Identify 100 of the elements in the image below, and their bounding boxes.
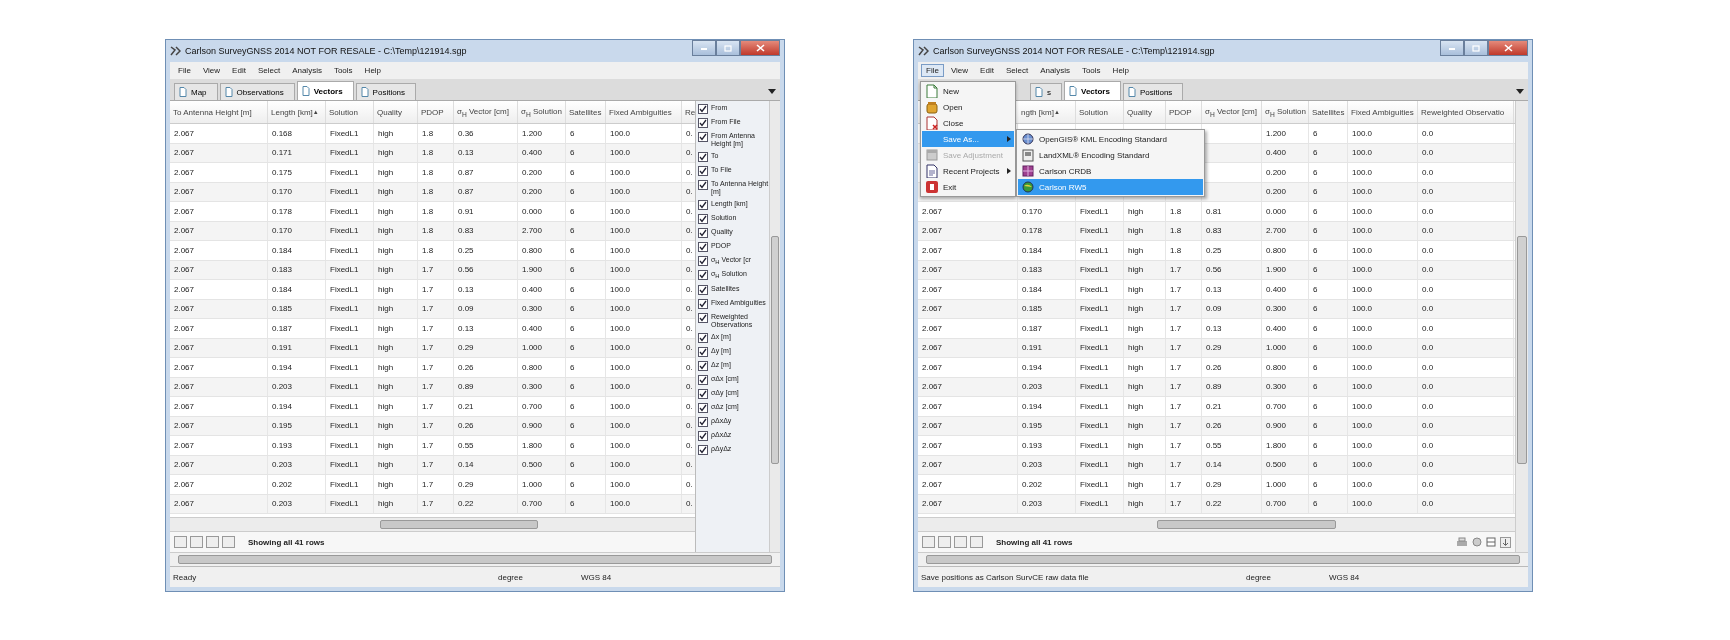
tab[interactable]: s [1030,83,1062,100]
checkbox[interactable] [698,374,708,385]
checkbox[interactable] [698,360,708,371]
table-cell: 2.067 [170,377,268,396]
exit-icon [925,180,939,194]
disc-icon[interactable] [1472,537,1482,547]
menu-item[interactable]: Help [359,64,387,77]
menu-item[interactable]: New [922,83,1014,99]
tab[interactable]: Observations [219,83,295,100]
checkbox[interactable] [698,132,708,142]
checkbox[interactable] [698,346,708,357]
column-header[interactable]: Satellites [1309,101,1348,123]
close-button[interactable] [740,40,780,56]
menu-item[interactable]: View [197,64,226,77]
checkbox[interactable] [698,200,708,210]
menu-item[interactable]: Select [252,64,286,77]
column-header[interactable]: PDOP [1166,101,1202,123]
menu-item[interactable]: Edit [227,64,251,77]
checkbox[interactable] [698,242,708,252]
menu-item[interactable]: Tools [1076,64,1106,77]
checkbox[interactable] [698,180,708,190]
column-header[interactable]: σ$_{H}$ Solution [518,101,566,123]
maximize-button[interactable] [1464,40,1488,56]
tab[interactable]: Positions [1122,83,1184,100]
column-header[interactable]: Solution [1076,101,1124,123]
menu-item[interactable]: Help [1107,64,1135,77]
horizontal-scrollbar[interactable] [170,552,780,566]
checkbox[interactable] [698,430,708,441]
menu-item[interactable]: Analysis [287,64,327,77]
column-header[interactable]: Satellites [566,101,606,123]
menu-item[interactable]: File [921,64,944,77]
caret-icon[interactable] [768,89,776,94]
checkbox[interactable] [698,416,708,427]
menu-item[interactable]: LandXML® Encoding Standard [1018,147,1203,163]
menu-item[interactable]: Close [922,115,1014,131]
table-cell: 0.187 [268,319,326,338]
menu-item[interactable]: Carlson CRDB [1018,163,1203,179]
menu-item[interactable]: Select [1000,64,1034,77]
menu-item[interactable]: Exit [922,179,1014,195]
checkbox[interactable] [698,298,708,309]
checkbox[interactable] [698,402,708,413]
horizontal-scrollbar[interactable] [170,517,695,531]
checkbox[interactable] [698,284,708,295]
menu-item[interactable]: View [945,64,974,77]
maximize-button[interactable] [716,40,740,56]
table-cell: FixedL1 [326,475,374,494]
table-cell: high [1124,416,1166,435]
table-cell: FixedL1 [326,436,374,455]
checkbox[interactable] [698,388,708,399]
checkbox[interactable] [698,104,708,114]
vertical-scrollbar[interactable] [1515,101,1528,552]
column-header[interactable]: Fixed Ambiguities [1348,101,1418,123]
checkbox[interactable] [698,256,708,266]
column-header[interactable]: Quality [1124,101,1166,123]
menu-item[interactable]: Analysis [1035,64,1075,77]
horizontal-scrollbar[interactable] [918,517,1515,531]
horizontal-scrollbar[interactable] [918,552,1528,566]
checkbox[interactable] [698,228,708,238]
window-icon[interactable] [1486,537,1496,547]
checkbox[interactable] [698,166,708,176]
column-header[interactable]: σ$_{H}$ Solution [1262,101,1309,123]
tab[interactable]: Vectors [296,81,354,100]
menu-item[interactable]: Tools [328,64,358,77]
tab[interactable]: Map [174,83,218,100]
table-cell: 1.7 [418,260,454,279]
vertical-scrollbar[interactable] [769,101,780,552]
menu-item[interactable]: Edit [975,64,999,77]
checkbox[interactable] [698,444,708,455]
column-header[interactable]: PDOP [418,101,454,123]
menu-item[interactable]: Open [922,99,1014,115]
table-cell: 2.067 [918,416,1018,435]
checkbox[interactable] [698,214,708,224]
checkbox[interactable] [698,332,708,343]
column-header[interactable]: σ$_{H}$ Vector [cm] [454,101,518,123]
menu-item[interactable]: OpenGIS® KML Encoding Standard [1018,131,1203,147]
menu-item[interactable]: File [173,64,196,77]
table-cell: 6 [1309,124,1348,143]
caret-icon[interactable] [1516,89,1524,94]
column-header[interactable]: Quality [374,101,418,123]
table-cell: 0.500 [518,455,566,474]
column-header[interactable]: Solution [326,101,374,123]
table-cell: high [1124,280,1166,299]
tab[interactable]: Positions [355,83,417,100]
column-header[interactable]: σ$_{H}$ Vector [cm] [1202,101,1262,123]
checkbox[interactable] [698,312,708,323]
printer-icon[interactable] [1456,537,1468,547]
minimize-button[interactable] [1440,40,1464,56]
download-icon[interactable] [1500,536,1511,548]
minimize-button[interactable] [692,40,716,56]
tab[interactable]: Vectors [1064,81,1121,100]
checkbox[interactable] [698,152,708,162]
column-header[interactable]: To Antenna Height [m] [170,101,268,123]
table-cell: 100.0 [606,241,682,260]
close-button[interactable] [1488,40,1528,56]
menu-item[interactable]: Recent Projects [922,163,1014,179]
column-header[interactable]: Reweighted Observatio [1418,101,1514,123]
checkbox[interactable] [698,118,708,128]
column-header[interactable]: Fixed Ambiguities [606,101,682,123]
checkbox[interactable] [698,270,708,281]
table-cell: 0.13 [1202,280,1262,299]
